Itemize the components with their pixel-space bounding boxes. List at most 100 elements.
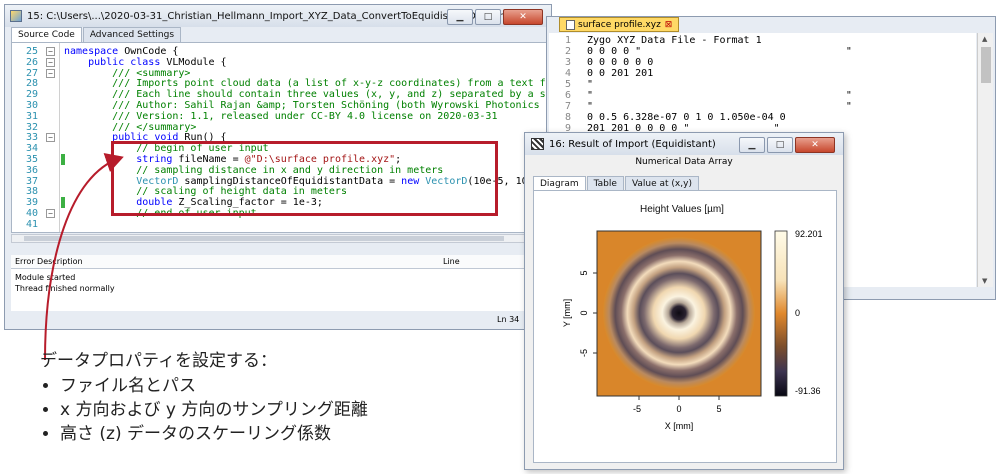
line-number: 34 [25, 143, 38, 155]
x-axis-label: X [mm] [665, 421, 694, 431]
caption-item: x 方向および y 方向のサンプリング距離 [60, 398, 368, 422]
x-tick-label: -5 [633, 404, 641, 414]
line-number: 5 [564, 79, 571, 90]
scroll-down-icon[interactable]: ▼ [982, 277, 987, 285]
xyz-line: 3 0 0 0 0 0 0 [549, 57, 976, 68]
data-array-icon [531, 138, 544, 150]
code-token: OwnCode { [124, 46, 179, 57]
fold-toggle-icon[interactable]: − [46, 47, 55, 56]
result-window-controls: ▁ □ ✕ [737, 137, 835, 153]
code-window-controls: ▁ □ ✕ [445, 9, 543, 25]
message-list: Module started Thread finished normally [11, 269, 547, 311]
tab-source-code[interactable]: Source Code [11, 27, 82, 42]
line-number: 32 [25, 121, 38, 133]
error-description-header[interactable]: Error Description [15, 257, 83, 266]
result-window: 16: Result of Import (Equidistant) ▁ □ ✕… [524, 132, 844, 470]
code-line: 27− /// <summary> [12, 68, 546, 79]
xyz-line: 5 " [549, 79, 976, 90]
code-line: 41 [12, 219, 546, 230]
line-number: 39 [25, 197, 38, 209]
code-text: namespace OwnCode { [64, 46, 178, 57]
scrollbar-thumb[interactable] [981, 47, 991, 83]
caption-heading: データプロパティを設定する： [40, 351, 277, 371]
fold-toggle-icon[interactable]: − [46, 209, 55, 218]
tab-table[interactable]: Table [586, 176, 624, 191]
line-column-header[interactable]: Line [443, 257, 460, 266]
code-line: 32 /// </summary> [12, 122, 546, 133]
code-token: /// Each line should contain three value… [64, 89, 547, 101]
caption-item: 高さ (z) データのスケーリング係数 [60, 422, 368, 446]
code-text: /// Author: Sahil Rajan &amp; Torsten Sc… [64, 100, 546, 111]
xyz-line-text: " [587, 79, 594, 90]
tab-value-at-xy[interactable]: Value at (x,y) [624, 176, 699, 191]
colorbar [774, 230, 788, 397]
xyz-line: 7 " " [549, 101, 976, 112]
maximize-button[interactable]: □ [475, 9, 501, 25]
y-tick-label: -5 [579, 349, 589, 357]
code-line: 31 /// Version: 1.1, released under CC-B… [12, 111, 546, 122]
xyz-line: 6 " " [549, 90, 976, 101]
code-token: /// <summary> [64, 67, 191, 79]
code-line: 25− namespace OwnCode { [12, 46, 546, 57]
line-number: 7 [564, 101, 571, 112]
line-number: 2 [564, 46, 571, 57]
xyz-line-text: " " [587, 101, 852, 112]
status-bar: Ln 34 [11, 313, 547, 327]
line-number: 26 [25, 56, 38, 68]
scrollbar-thumb[interactable] [24, 236, 504, 241]
height-map-plot[interactable]: Height Values [µm] -5 0 5 X [mm] 5 0 -5 … [534, 191, 838, 465]
result-window-title: 16: Result of Import (Equidistant) [549, 138, 716, 150]
xyz-line-text: 0 0 0 0 " " [587, 46, 852, 57]
colorbar-zero-label: 0 [795, 308, 800, 318]
code-text: /// </summary> [64, 122, 196, 133]
xyz-file-tab[interactable]: surface profile.xyz ⊠ [559, 17, 680, 32]
xyz-line-text: 0 0.5 6.328e-07 0 1 0 1.050e-04 0 [587, 112, 786, 123]
line-number: 36 [25, 164, 38, 176]
code-line: 29 /// Each line should contain three va… [12, 89, 546, 100]
line-number: 3 [564, 57, 571, 68]
horizontal-scrollbar[interactable] [11, 234, 547, 243]
diagram-panel: Height Values [µm] -5 0 5 X [mm] 5 0 -5 … [533, 190, 837, 463]
xyz-line: 2 0 0 0 0 " " [549, 46, 976, 57]
scroll-up-icon[interactable]: ▲ [982, 35, 987, 43]
close-tab-icon[interactable]: ⊠ [665, 20, 673, 30]
line-number: 33 [25, 132, 38, 144]
close-button[interactable]: ✕ [503, 9, 543, 25]
code-line: 26− public class VLModule { [12, 57, 546, 68]
code-text: /// <summary> [64, 68, 190, 79]
message-item: Module started [15, 273, 76, 282]
line-number: 4 [564, 68, 571, 79]
fold-toggle-icon[interactable]: − [46, 133, 55, 143]
vertical-scrollbar[interactable]: ▲ ▼ [977, 33, 993, 287]
code-text: /// Version: 1.1, released under CC-BY 4… [64, 111, 497, 122]
line-number: 25 [25, 46, 38, 57]
line-number: 29 [25, 89, 38, 101]
error-list-header: Error Description Line [11, 255, 547, 269]
minimize-button[interactable]: ▁ [447, 9, 473, 25]
cursor-position: Ln 34 [497, 315, 520, 324]
result-subtitle: Numerical Data Array [635, 157, 733, 167]
tab-diagram[interactable]: Diagram [533, 176, 586, 191]
message-item: Thread finished normally [15, 284, 115, 293]
fold-toggle-icon[interactable]: − [46, 57, 55, 67]
y-tick-label: 5 [579, 270, 589, 275]
caption-list: ファイル名とパス x 方向および y 方向のサンプリング距離 高さ (z) デー… [40, 374, 368, 446]
xyz-line-text: Zygo XYZ Data File - Format 1 [587, 35, 762, 46]
code-token: /// Version: 1.1, released under CC-BY 4… [64, 110, 498, 122]
tab-advanced-settings[interactable]: Advanced Settings [82, 27, 182, 42]
xyz-tab-label: surface profile.xyz [578, 19, 661, 30]
code-text: /// Imports point cloud data (a list of … [64, 78, 546, 89]
line-number: 35 [25, 154, 38, 165]
line-number: 8 [564, 112, 571, 123]
xyz-line-text: 0 0 201 201 [587, 68, 654, 79]
code-text: public class VLModule { [64, 57, 227, 68]
minimize-button[interactable]: ▁ [739, 137, 765, 153]
line-number: 41 [25, 218, 38, 230]
code-token: /// </summary> [64, 121, 197, 133]
close-button[interactable]: ✕ [795, 137, 835, 153]
fold-toggle-icon[interactable]: − [46, 68, 55, 78]
maximize-button[interactable]: □ [767, 137, 793, 153]
plot-title: Height Values [µm] [640, 204, 724, 215]
code-line: 30 /// Author: Sahil Rajan &amp; Torsten… [12, 100, 546, 111]
line-number: 37 [25, 175, 38, 187]
